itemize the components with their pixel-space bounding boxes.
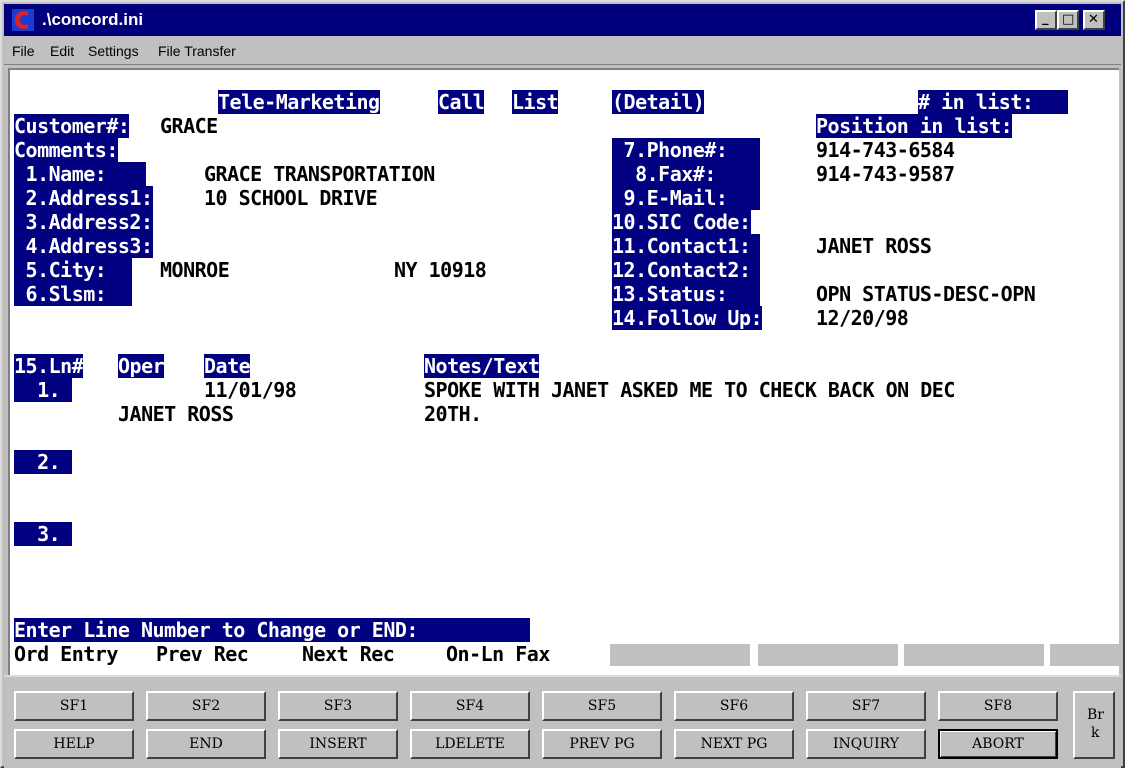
sf5-button[interactable]: SF5 <box>542 691 662 721</box>
line-1-oper: JANET ROSS <box>118 402 234 426</box>
phone-label: 7.Phone#: <box>612 138 760 162</box>
break-button[interactable]: Br k <box>1073 691 1115 759</box>
end-button[interactable]: END <box>146 729 266 759</box>
prev-pg-button[interactable]: PREV PG <box>542 729 662 759</box>
sf4-button[interactable]: SF4 <box>410 691 530 721</box>
heading-tele-marketing: Tele-Marketing <box>218 90 380 114</box>
sf2-button[interactable]: SF2 <box>146 691 266 721</box>
sf6-button[interactable]: SF6 <box>674 691 794 721</box>
softkey-blank-2 <box>758 644 898 666</box>
insert-button[interactable]: INSERT <box>278 729 398 759</box>
fax-value: 914-743-9587 <box>816 162 955 186</box>
sf8-button[interactable]: SF8 <box>938 691 1058 721</box>
slsm-label: 6.Slsm: <box>14 282 132 306</box>
contact1-label: 11.Contact1: <box>612 234 760 258</box>
app-icon <box>12 9 34 31</box>
address1-value: 10 SCHOOL DRIVE <box>204 186 378 210</box>
softkey-row: Ord Entry Prev Rec Next Rec On-Ln Fax <box>10 642 1119 676</box>
heading-list: List <box>512 90 559 114</box>
window-title: .\concord.ini <box>42 10 144 29</box>
position-label: Position in list: <box>816 114 1013 138</box>
abort-button[interactable]: ABORT <box>938 729 1058 759</box>
address1-label: 2.Address1: <box>14 186 153 210</box>
name-label: 1.Name: <box>14 162 146 186</box>
menu-file-transfer[interactable]: File Transfer <box>158 43 236 59</box>
heading-call: Call <box>438 90 485 114</box>
line-1-date: 11/01/98 <box>204 378 297 402</box>
softkey-on-ln-fax[interactable]: On-Ln Fax <box>446 642 550 666</box>
heading-detail: (Detail) <box>612 90 705 114</box>
sf1-button[interactable]: SF1 <box>14 691 134 721</box>
sf3-button[interactable]: SF3 <box>278 691 398 721</box>
softkey-blank-4 <box>1050 644 1119 666</box>
follow-up-label: 14.Follow Up: <box>612 306 763 330</box>
maximize-button[interactable]: □ <box>1057 10 1079 30</box>
notes-header: Notes/Text <box>424 354 540 378</box>
sf7-button[interactable]: SF7 <box>806 691 926 721</box>
city-label: 5.City: <box>14 258 132 282</box>
menu-edit[interactable]: Edit <box>50 43 74 59</box>
terminal-window: .\concord.ini _ □ ✕ File Edit Settings F… <box>0 0 1125 768</box>
fax-label: 8.Fax#: <box>612 162 760 186</box>
phone-value: 914-743-6584 <box>816 138 955 162</box>
line-3-number[interactable]: 3. <box>14 522 72 546</box>
state-zip-value: NY 10918 <box>394 258 487 282</box>
close-button[interactable]: ✕ <box>1083 10 1105 30</box>
terminal-screen[interactable]: Tele-Marketing Call List (Detail) # in l… <box>8 68 1119 676</box>
softkey-ord-entry[interactable]: Ord Entry <box>14 642 118 666</box>
date-header: Date <box>204 354 251 378</box>
ln-header: 15.Ln# <box>14 354 84 378</box>
menu-settings[interactable]: Settings <box>88 43 139 59</box>
line-1-number[interactable]: 1. <box>14 378 72 402</box>
minimize-button[interactable]: _ <box>1035 10 1057 30</box>
address2-label: 3.Address2: <box>14 210 153 234</box>
maximize-icon: □ <box>1062 12 1075 27</box>
command-prompt: Enter Line Number to Change or END: <box>14 618 530 642</box>
menu-bar: File Edit Settings File Transfer <box>4 38 1121 65</box>
softkey-next-rec[interactable]: Next Rec <box>302 642 395 666</box>
menu-file[interactable]: File <box>12 43 35 59</box>
line-1-notes-2: 20TH. <box>424 402 482 426</box>
oper-header: Oper <box>118 354 165 378</box>
follow-up-value: 12/20/98 <box>816 306 909 330</box>
address3-label: 4.Address3: <box>14 234 153 258</box>
customer-label: Customer#: <box>14 114 130 138</box>
help-button[interactable]: HELP <box>14 729 134 759</box>
contact2-label: 12.Contact2: <box>612 258 760 282</box>
contact1-value: JANET ROSS <box>816 234 932 258</box>
comments-label: Comments: <box>14 138 118 162</box>
status-value: OPN STATUS-DESC-OPN <box>816 282 1036 306</box>
break-label-top: Br <box>1087 707 1104 723</box>
next-pg-button[interactable]: NEXT PG <box>674 729 794 759</box>
email-label: 9.E-Mail: <box>612 186 760 210</box>
break-label-bottom: k <box>1091 725 1100 741</box>
customer-value: GRACE <box>160 114 218 138</box>
name-value: GRACE TRANSPORTATION <box>204 162 435 186</box>
softkey-prev-rec[interactable]: Prev Rec <box>156 642 249 666</box>
softkey-blank-3 <box>904 644 1044 666</box>
line-2-number[interactable]: 2. <box>14 450 72 474</box>
city-value: MONROE <box>160 258 230 282</box>
status-label: 13.Status: <box>612 282 760 306</box>
softkey-blank-1 <box>610 644 750 666</box>
in-list-label: # in list: <box>918 90 1068 114</box>
title-bar[interactable]: .\concord.ini _ □ ✕ <box>4 4 1121 36</box>
sic-code-label: 10.SIC Code: <box>612 210 751 234</box>
minimize-icon: _ <box>1042 11 1049 26</box>
close-icon: ✕ <box>1088 12 1099 27</box>
line-1-notes-1: SPOKE WITH JANET ASKED ME TO CHECK BACK … <box>424 378 955 402</box>
ldelete-button[interactable]: LDELETE <box>410 729 530 759</box>
function-key-panel: SF1 SF2 SF3 SF4 SF5 SF6 SF7 SF8 HELP END… <box>4 675 1121 768</box>
inquiry-button[interactable]: INQUIRY <box>806 729 926 759</box>
